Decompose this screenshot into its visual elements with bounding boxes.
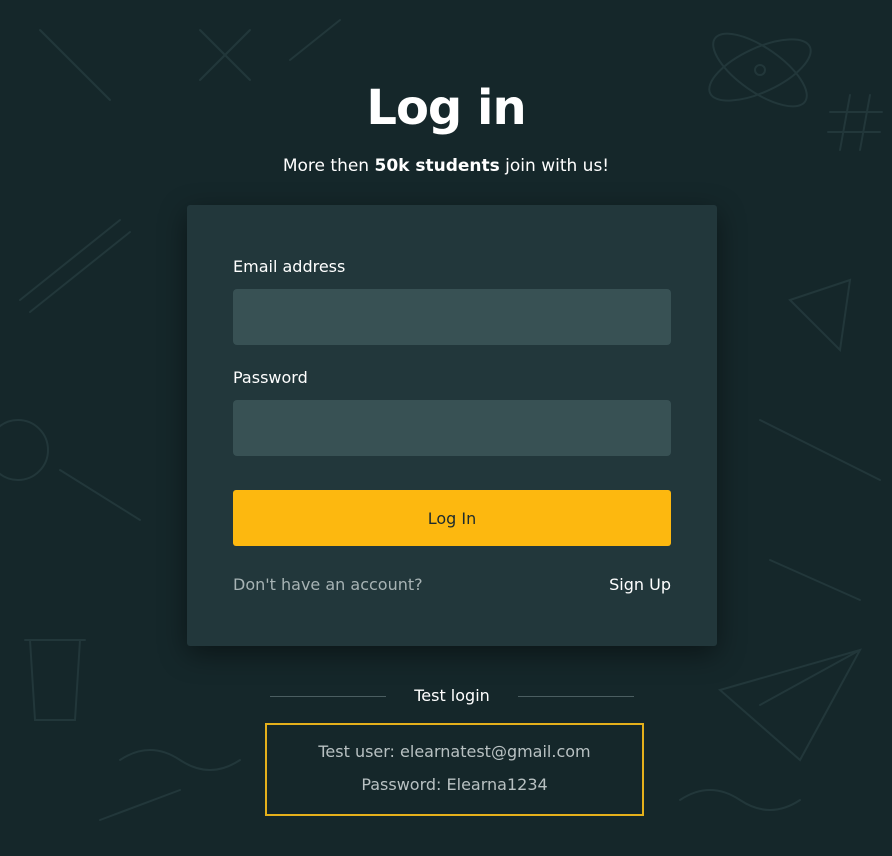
test-login-divider: Test login bbox=[270, 686, 634, 708]
test-password-line: Password: Elearna1234 bbox=[361, 775, 548, 794]
password-label: Password bbox=[233, 368, 308, 387]
no-account-text: Don't have an account? bbox=[233, 575, 423, 594]
password-field[interactable] bbox=[233, 400, 671, 456]
email-field[interactable] bbox=[233, 289, 671, 345]
signup-link[interactable]: Sign Up bbox=[609, 575, 671, 594]
subtitle-highlight: 50k students bbox=[374, 156, 500, 176]
page-title: Log in bbox=[366, 80, 526, 136]
test-credentials-box: Test user: elearnatest@gmail.com Passwor… bbox=[265, 723, 644, 816]
test-user-line: Test user: elearnatest@gmail.com bbox=[318, 742, 591, 761]
login-button[interactable]: Log In bbox=[233, 490, 671, 546]
divider-line-right bbox=[518, 696, 634, 697]
subtitle-prefix: More then bbox=[282, 156, 375, 176]
page-subtitle: More then 50k students join with us! bbox=[0, 156, 892, 176]
subtitle-suffix: join with us! bbox=[499, 156, 610, 176]
login-card: Email address Password Log In Don't have… bbox=[187, 205, 717, 646]
email-label: Email address bbox=[233, 257, 346, 276]
